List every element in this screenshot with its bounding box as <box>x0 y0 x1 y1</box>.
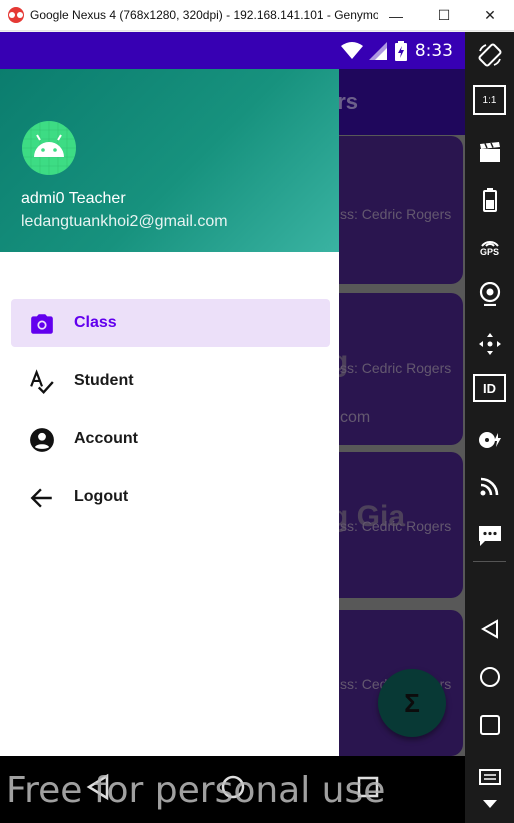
minimize-button[interactable]: — <box>379 0 413 31</box>
user-name: admi0 Teacher <box>21 190 126 207</box>
battery-icon[interactable] <box>473 183 506 216</box>
drawer-item-account[interactable]: Account <box>11 415 330 463</box>
home-icon[interactable] <box>473 660 506 693</box>
rotate-icon[interactable] <box>473 38 506 71</box>
genymotion-window: Google Nexus 4 (768x1280, 320dpi) - 192.… <box>0 0 514 823</box>
menu-icon[interactable] <box>473 760 506 793</box>
battery-charging-icon <box>394 40 407 61</box>
device-screen: 8:33 ers ss: Cedric Rogers g ss: Cedric … <box>0 32 465 756</box>
sms-icon[interactable] <box>473 519 506 552</box>
gps-icon[interactable]: GPS <box>473 230 506 263</box>
maximize-button[interactable]: ☐ <box>427 0 461 31</box>
gps-label: GPS <box>479 246 499 257</box>
genymotion-logo-icon <box>8 7 24 23</box>
window-titlebar: Google Nexus 4 (768x1280, 320dpi) - 192.… <box>0 0 514 31</box>
drawer-item-student[interactable]: Student <box>11 357 330 405</box>
camera-icon <box>31 314 53 334</box>
window-title: Google Nexus 4 (768x1280, 320dpi) - 192.… <box>30 8 378 22</box>
close-button[interactable]: ✕ <box>473 0 507 31</box>
watermark-text: Free for personal use <box>6 770 386 811</box>
cast-icon[interactable] <box>473 469 506 502</box>
webcam-icon[interactable] <box>473 277 506 310</box>
account-circle-icon <box>30 428 54 452</box>
capture-icon[interactable] <box>473 135 506 168</box>
android-avatar-icon <box>22 121 76 175</box>
drawer-item-label: Student <box>74 372 134 389</box>
wifi-icon <box>340 41 363 59</box>
pixel-perfect-icon[interactable]: 1:1 <box>473 85 506 115</box>
drawer-item-label: Logout <box>74 488 129 505</box>
clock: 8:33 <box>414 40 453 61</box>
toolbar-divider <box>473 561 506 562</box>
user-email: ledangtuankhoi2@gmail.com <box>21 213 228 230</box>
cellular-signal-icon <box>368 41 387 60</box>
scroll-down-icon[interactable] <box>473 792 506 816</box>
drawer-item-label: Class <box>74 314 117 331</box>
recents-icon[interactable] <box>473 708 506 741</box>
drawer-header: admi0 Teacher ledangtuankhoi2@gmail.com <box>0 69 339 252</box>
genymotion-toolbar: 1:1 GPS ID <box>465 32 514 823</box>
drawer-item-class[interactable]: Class <box>11 299 330 347</box>
navigation-drawer: admi0 Teacher ledangtuankhoi2@gmail.com … <box>0 69 339 756</box>
drawer-item-logout[interactable]: Logout <box>11 473 330 521</box>
back-icon[interactable] <box>473 612 506 645</box>
device-id-icon[interactable]: ID <box>473 374 506 402</box>
status-bar: 8:33 <box>0 32 465 69</box>
disk-icon[interactable] <box>473 423 506 456</box>
drawer-item-label: Account <box>74 430 138 447</box>
arrow-back-icon <box>30 488 52 508</box>
spellcheck-icon <box>30 369 54 395</box>
navigation-icon[interactable] <box>473 327 506 360</box>
